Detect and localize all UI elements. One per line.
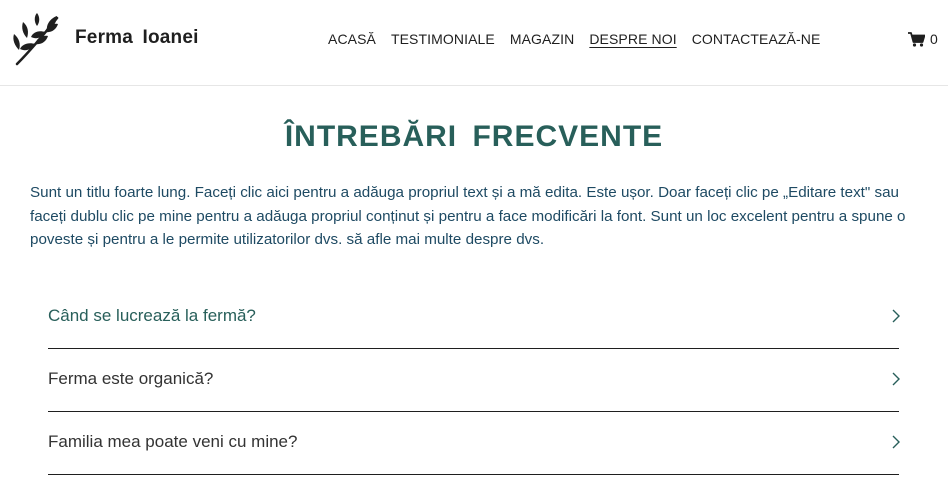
nav-item-testimoniale[interactable]: TESTIMONIALE bbox=[391, 31, 495, 47]
shopping-cart-icon bbox=[908, 31, 925, 47]
faq-question: Familia mea poate veni cu mine? bbox=[48, 432, 298, 451]
nav-item-magazin[interactable]: MAGAZIN bbox=[510, 31, 574, 47]
faq-item[interactable]: Ferma este organică? bbox=[48, 349, 900, 412]
site-header: Ferma Ioanei ACASĂ TESTIMONIALE MAGAZIN … bbox=[0, 0, 948, 86]
cart-count: 0 bbox=[930, 31, 938, 47]
nav-item-despre-noi[interactable]: DESPRE NOI bbox=[589, 31, 676, 47]
faq-question: Ferma este organică? bbox=[48, 369, 214, 388]
page-title: ÎNTREBĂRI FRECVENTE bbox=[284, 120, 664, 153]
faq-list: Când se lucrează la fermă? Ferma este or… bbox=[48, 286, 900, 475]
intro-paragraph: Sunt un titlu foarte lung. Faceți clic a… bbox=[30, 184, 906, 248]
brand-name[interactable]: Ferma Ioanei bbox=[75, 27, 199, 49]
cart-button[interactable]: 0 bbox=[908, 31, 938, 47]
nav-item-contacteaza-ne[interactable]: CONTACTEAZĂ-NE bbox=[692, 31, 821, 47]
leaf-branch-icon[interactable] bbox=[9, 12, 63, 68]
faq-question: Când se lucrează la fermă? bbox=[48, 306, 256, 325]
chevron-right-icon bbox=[892, 372, 900, 386]
faq-item[interactable]: Familia mea poate veni cu mine? bbox=[48, 412, 900, 475]
chevron-right-icon bbox=[892, 309, 900, 323]
chevron-right-icon bbox=[892, 435, 900, 449]
nav-item-acasa[interactable]: ACASĂ bbox=[328, 31, 376, 47]
main-nav: ACASĂ TESTIMONIALE MAGAZIN DESPRE NOI CO… bbox=[328, 31, 835, 47]
faq-item[interactable]: Când se lucrează la fermă? bbox=[48, 286, 900, 349]
